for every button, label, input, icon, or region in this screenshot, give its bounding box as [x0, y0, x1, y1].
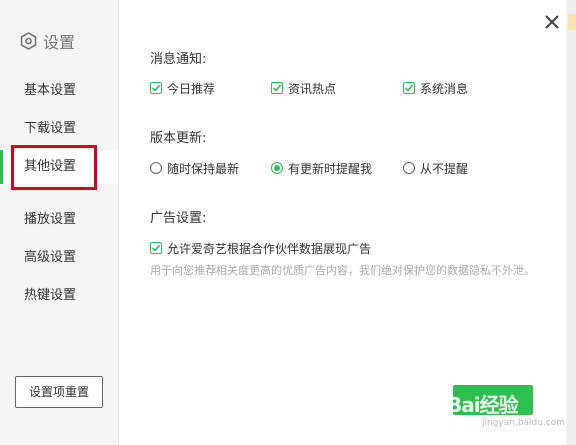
watermark-url: jingyan.baidu.com: [482, 418, 566, 428]
option-label: 允许爱奇艺根据合作伙伴数据展现广告: [167, 241, 372, 256]
close-icon[interactable]: [543, 13, 561, 31]
settings-icon: [20, 32, 37, 50]
sidebar-item-basic[interactable]: 基本设置: [0, 74, 118, 108]
sidebar-item-advanced[interactable]: 高级设置: [0, 241, 118, 275]
check-icon: [272, 84, 282, 92]
option-label: 资讯热点: [288, 81, 337, 96]
radio-button[interactable]: [150, 162, 162, 174]
ads-section-title: 广告设置:: [150, 211, 207, 226]
check-icon: [151, 244, 161, 252]
notify-section-title: 消息通知:: [150, 52, 207, 67]
option-always-latest[interactable]: 随时保持最新: [150, 160, 239, 176]
sidebar-header: 设置: [20, 30, 75, 52]
option-label: 系统消息: [420, 81, 469, 96]
ads-privacy-note: 用于向您推荐相关度更高的优质广告内容，我们绝对保护您的数据隐私不外泄。: [150, 264, 535, 277]
reset-settings-button[interactable]: 设置项重置: [15, 376, 103, 408]
checkbox[interactable]: [150, 242, 162, 254]
checkbox[interactable]: [150, 82, 162, 94]
checkbox[interactable]: [403, 82, 415, 94]
option-remind-on-update[interactable]: 有更新时提醒我: [271, 160, 372, 176]
update-section-title: 版本更新:: [150, 131, 207, 146]
background-window-edge: [566, 0, 576, 445]
background-tab-fragment: [568, 14, 576, 30]
settings-sidebar: 设置 基本设置 下载设置 其他设置 播放设置 高级设置 热键设置 设置项重置: [0, 0, 119, 445]
sidebar-item-playback[interactable]: 播放设置: [0, 203, 118, 237]
option-news-hot[interactable]: 资讯热点: [271, 80, 336, 96]
radio-button[interactable]: [403, 162, 415, 174]
radio-button[interactable]: [271, 162, 283, 174]
option-label: 从不提醒: [420, 161, 469, 176]
highlight-annotation-box: [11, 145, 97, 190]
check-icon: [151, 84, 161, 92]
option-label: 随时保持最新: [167, 161, 240, 176]
option-label: 有更新时提醒我: [288, 161, 373, 176]
sidebar-title: 设置: [43, 33, 76, 52]
checkbox[interactable]: [271, 82, 283, 94]
option-system-message[interactable]: 系统消息: [403, 80, 468, 96]
sidebar-item-download[interactable]: 下载设置: [0, 112, 118, 146]
check-icon: [404, 84, 414, 92]
option-daily-recommend[interactable]: 今日推荐: [150, 80, 215, 96]
option-never-remind[interactable]: 从不提醒: [403, 160, 468, 176]
sidebar-item-hotkeys[interactable]: 热键设置: [0, 279, 118, 313]
option-allow-partner-ads[interactable]: 允许爱奇艺根据合作伙伴数据展现广告: [150, 240, 371, 256]
baidu-jingyan-watermark: Bai经验: [447, 393, 519, 417]
option-label: 今日推荐: [167, 81, 216, 96]
